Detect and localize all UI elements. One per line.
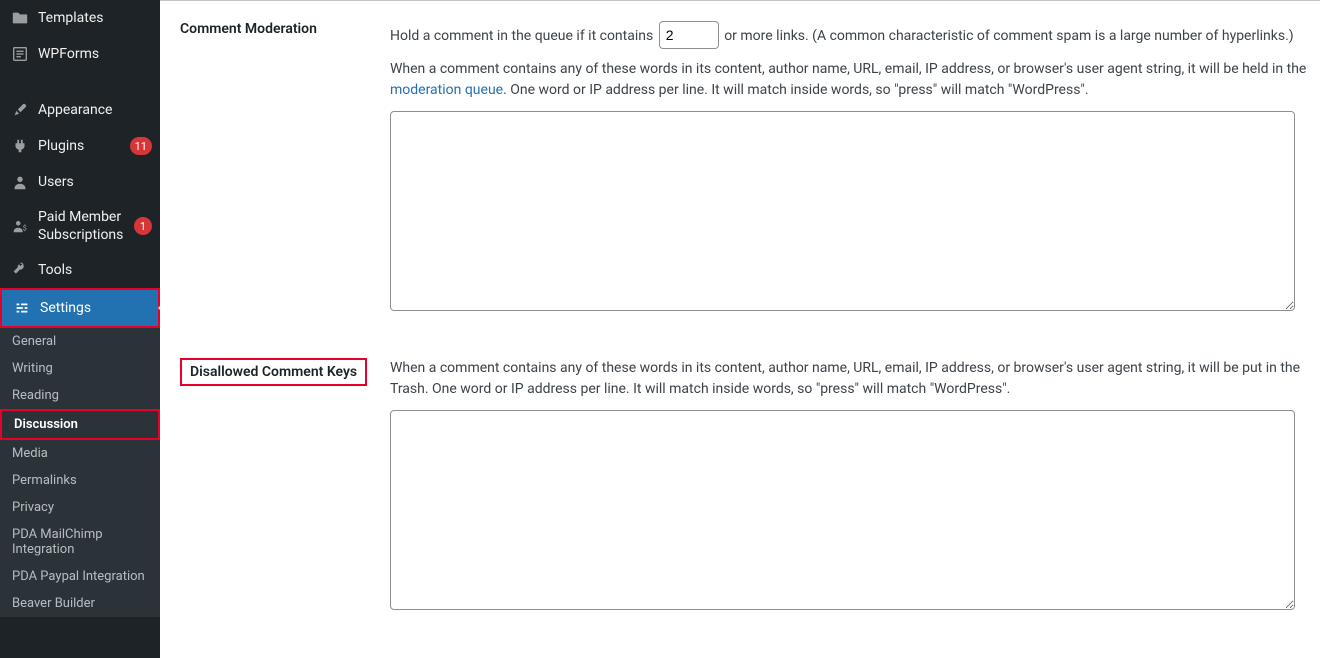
sidebar-item-label: Appearance (38, 101, 152, 119)
submenu-pda-paypal[interactable]: PDA Paypal Integration (0, 563, 160, 590)
moderation-description: When a comment contains any of these wor… (390, 59, 1310, 101)
brush-icon (10, 100, 30, 120)
submenu-beaver[interactable]: Beaver Builder (0, 590, 160, 617)
badge-count: 11 (130, 137, 152, 155)
submenu-general[interactable]: General (0, 328, 160, 355)
submenu-writing[interactable]: Writing (0, 355, 160, 382)
moderation-queue-link[interactable]: moderation queue (390, 82, 503, 98)
svg-text:$: $ (23, 224, 27, 233)
sidebar-item-settings[interactable]: Settings (2, 290, 158, 326)
disallowed-description: When a comment contains any of these wor… (390, 358, 1310, 400)
sidebar-item-label: Templates (38, 9, 152, 27)
submenu-permalinks[interactable]: Permalinks (0, 467, 160, 494)
moderation-links-row: Hold a comment in the queue if it contai… (390, 21, 1310, 49)
sidebar-item-plugins[interactable]: Plugins 11 (0, 128, 160, 164)
disallowed-keys-heading: Disallowed Comment Keys (160, 338, 380, 637)
sidebar-item-appearance[interactable]: Appearance (0, 92, 160, 128)
user-icon (10, 172, 30, 192)
member-icon: $ (10, 216, 30, 236)
submenu-discussion[interactable]: Discussion (2, 411, 158, 438)
sidebar-item-wpforms[interactable]: WPForms (0, 36, 160, 72)
settings-submenu: General Writing Reading Discussion Media… (0, 328, 160, 617)
wrench-icon (10, 260, 30, 280)
submenu-media[interactable]: Media (0, 440, 160, 467)
moderation-links-input[interactable] (659, 21, 719, 49)
sidebar-item-paid-member[interactable]: $ Paid Member Subscriptions 1 (0, 200, 160, 252)
form-icon (10, 44, 30, 64)
active-arrow-icon (158, 300, 160, 316)
submenu-pda-mailchimp[interactable]: PDA MailChimp Integration (0, 521, 160, 563)
badge-count: 1 (134, 217, 152, 235)
folder-icon (10, 8, 30, 28)
sidebar-item-label: Tools (38, 261, 152, 279)
sidebar-item-label: WPForms (38, 45, 152, 63)
sidebar-item-users[interactable]: Users (0, 164, 160, 200)
sidebar-item-label: Settings (40, 299, 150, 317)
moderation-keys-textarea[interactable] (390, 111, 1295, 311)
submenu-privacy[interactable]: Privacy (0, 494, 160, 521)
comment-moderation-heading: Comment Moderation (160, 1, 380, 338)
submenu-reading[interactable]: Reading (0, 382, 160, 409)
disallowed-keys-textarea[interactable] (390, 410, 1295, 610)
main-content: Comment Moderation Hold a comment in the… (160, 0, 1320, 658)
admin-sidebar: Templates WPForms Appearance Plugins 11 … (0, 0, 160, 658)
sidebar-item-label: Paid Member Subscriptions (38, 208, 130, 244)
sidebar-item-label: Users (38, 173, 152, 191)
sliders-icon (12, 298, 32, 318)
settings-form-table: Comment Moderation Hold a comment in the… (160, 1, 1320, 637)
sidebar-item-templates[interactable]: Templates (0, 0, 160, 36)
plug-icon (10, 136, 30, 156)
sidebar-item-tools[interactable]: Tools (0, 252, 160, 288)
sidebar-item-label: Plugins (38, 137, 126, 155)
